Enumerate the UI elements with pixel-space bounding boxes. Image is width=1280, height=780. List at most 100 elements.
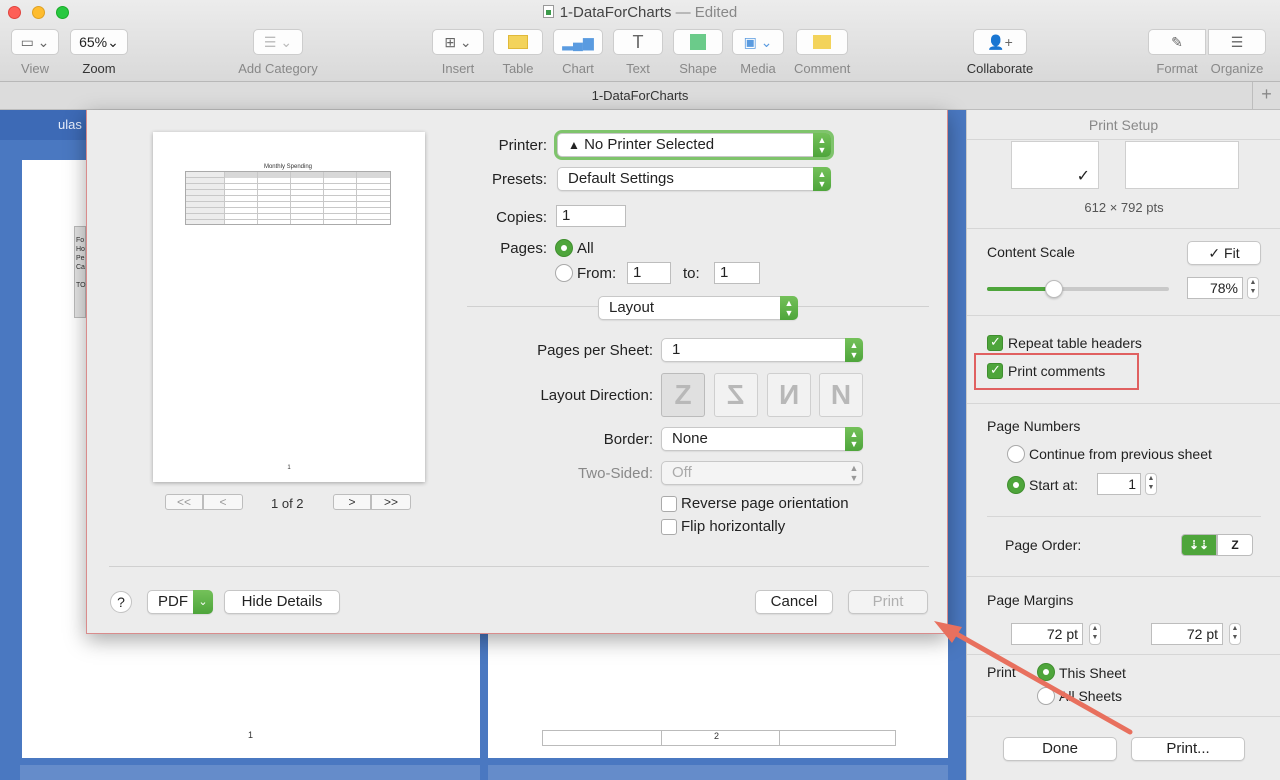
layout-n-button[interactable]: N	[767, 373, 811, 417]
pages-per-sheet-value: 1	[672, 341, 681, 358]
preview-column-line	[224, 172, 225, 224]
scale-field[interactable]: 78%	[1187, 277, 1243, 299]
print-setup-inspector: Print Setup ✓ 612 × 792 pts Content Scal…	[966, 110, 1280, 780]
format-tool[interactable]: ✎ Format	[1148, 29, 1206, 76]
presets-popup[interactable]: Default Settings ▲ ▼	[557, 167, 831, 191]
print-comments-highlight	[974, 353, 1139, 390]
first-page-button[interactable]: <<	[165, 494, 203, 510]
flip-horizontally-checkbox[interactable]	[661, 519, 677, 535]
text-button[interactable]: T	[613, 29, 663, 55]
cancel-button[interactable]: Cancel	[755, 590, 833, 614]
chart-button[interactable]: ▂▄▆	[553, 29, 603, 55]
all-sheets-label: All Sheets	[1059, 688, 1123, 704]
media-tool[interactable]: ▣ ⌄ Media	[732, 29, 784, 76]
two-sided-value: Off	[672, 464, 692, 481]
help-button[interactable]: ?	[110, 591, 132, 613]
margin-bottom-stepper[interactable]: ▲ ▼	[1229, 623, 1241, 645]
reverse-orientation-checkbox[interactable]	[661, 496, 677, 512]
layout-reverse-n-button[interactable]: N	[819, 373, 863, 417]
pages-to-field[interactable]: 1	[714, 262, 760, 284]
collaborate-tool[interactable]: 👤+ Collaborate	[965, 29, 1035, 76]
print-setup-print-button[interactable]: Print...	[1131, 737, 1245, 761]
continue-numbering-label: Continue from previous sheet	[1029, 446, 1212, 462]
organize-label: Organize	[1210, 61, 1264, 76]
tab-sheet[interactable]: 1-DataForCharts	[592, 88, 689, 103]
view-tool[interactable]: ▭ ⌄ View	[10, 29, 60, 76]
chart-label: Chart	[562, 61, 594, 76]
last-page-button[interactable]: >>	[371, 494, 411, 510]
layout-z-icon: Z	[674, 379, 692, 410]
previous-page-button[interactable]: <	[203, 494, 243, 510]
two-sided-popup: Off ▲ ▼	[661, 461, 863, 485]
zoom-tool[interactable]: 65% ⌄ Zoom	[70, 29, 128, 76]
layout-z-button[interactable]: Z	[661, 373, 705, 417]
zoom-popup[interactable]: 65% ⌄	[70, 29, 128, 55]
chart-tool[interactable]: ▂▄▆ Chart	[552, 29, 604, 76]
continue-numbering-radio[interactable]	[1007, 445, 1025, 463]
copies-label: Copies:	[496, 209, 547, 226]
add-category-button[interactable]: ☰ ⌄	[253, 29, 303, 55]
shape-tool[interactable]: Shape	[672, 29, 724, 76]
table-button[interactable]	[493, 29, 543, 55]
page-order-down-icon[interactable]: ⇣⇣	[1181, 534, 1217, 556]
print-button: Print	[848, 590, 928, 614]
section-popup[interactable]: Layout ▲ ▼	[598, 296, 798, 320]
media-button[interactable]: ▣ ⌄	[732, 29, 784, 55]
margin-top-field[interactable]: 72 pt	[1011, 623, 1083, 645]
insert-icon: ⊞ ⌄	[444, 33, 472, 50]
pages-from-radio[interactable]	[555, 264, 573, 282]
landscape-orientation-button[interactable]	[1125, 141, 1239, 189]
add-sheet-button[interactable]: +	[1252, 82, 1280, 109]
collaborate-button[interactable]: 👤+	[973, 29, 1027, 55]
hide-details-button[interactable]: Hide Details	[224, 590, 340, 614]
all-sheets-radio[interactable]	[1037, 687, 1055, 705]
warning-icon: ▲	[568, 138, 580, 152]
view-button[interactable]: ▭ ⌄	[11, 29, 59, 55]
slider-knob[interactable]	[1045, 280, 1063, 298]
format-button[interactable]: ✎	[1148, 29, 1206, 55]
fit-button[interactable]: ✓ Fit	[1187, 241, 1261, 265]
layout-reverse-z-button[interactable]: Z	[714, 373, 758, 417]
printer-popup[interactable]: ▲ No Printer Selected ▲ ▼	[557, 133, 831, 157]
pages-per-sheet-popup[interactable]: 1 ▲ ▼	[661, 338, 863, 362]
divider	[109, 566, 929, 567]
portrait-orientation-button[interactable]: ✓	[1011, 141, 1099, 189]
start-at-field[interactable]: 1	[1097, 473, 1141, 495]
pdf-button[interactable]: PDF ⌄	[147, 590, 213, 614]
content-scale-slider[interactable]	[987, 280, 1169, 298]
popup-arrows-icon: ▲ ▼	[813, 133, 831, 157]
comment-tool[interactable]: Comment	[794, 29, 850, 76]
start-at-stepper[interactable]: ▲ ▼	[1145, 473, 1157, 495]
pages-from-field[interactable]: 1	[627, 262, 671, 284]
shape-button[interactable]	[673, 29, 723, 55]
border-popup[interactable]: None ▲ ▼	[661, 427, 863, 451]
repeat-headers-checkbox[interactable]	[987, 334, 1003, 351]
comment-button[interactable]	[796, 29, 848, 55]
start-at-radio[interactable]	[1007, 476, 1025, 494]
sheet-page-2: 2	[488, 630, 948, 758]
copies-field[interactable]: 1	[556, 205, 626, 227]
scale-stepper[interactable]: ▲ ▼	[1247, 277, 1259, 299]
margin-top-stepper[interactable]: ▲ ▼	[1089, 623, 1101, 645]
organize-button[interactable]: ☰	[1208, 29, 1266, 55]
organize-tool[interactable]: ☰ Organize	[1206, 29, 1268, 76]
page-order-across-icon[interactable]: Z	[1217, 534, 1253, 556]
done-button[interactable]: Done	[1003, 737, 1117, 761]
page-order-control[interactable]: ⇣⇣ Z	[1181, 534, 1253, 556]
add-category-tool[interactable]: ☰ ⌄ Add Category	[236, 29, 320, 76]
divider	[967, 716, 1280, 717]
pages-all-radio[interactable]	[555, 239, 573, 257]
text-label: Text	[626, 61, 650, 76]
divider	[967, 654, 1280, 655]
this-sheet-radio[interactable]	[1037, 663, 1055, 681]
text-tool[interactable]: T Text	[612, 29, 664, 76]
view-label: View	[21, 61, 49, 76]
next-page-button[interactable]: >	[333, 494, 371, 510]
insert-tool[interactable]: ⊞ ⌄ Insert	[432, 29, 484, 76]
insert-button[interactable]: ⊞ ⌄	[432, 29, 484, 55]
pages-all-label: All	[577, 240, 594, 257]
add-category-label: Add Category	[238, 61, 318, 76]
margin-bottom-field[interactable]: 72 pt	[1151, 623, 1223, 645]
table-tool[interactable]: Table	[492, 29, 544, 76]
layout-reverse-z-icon: Z	[727, 379, 745, 410]
